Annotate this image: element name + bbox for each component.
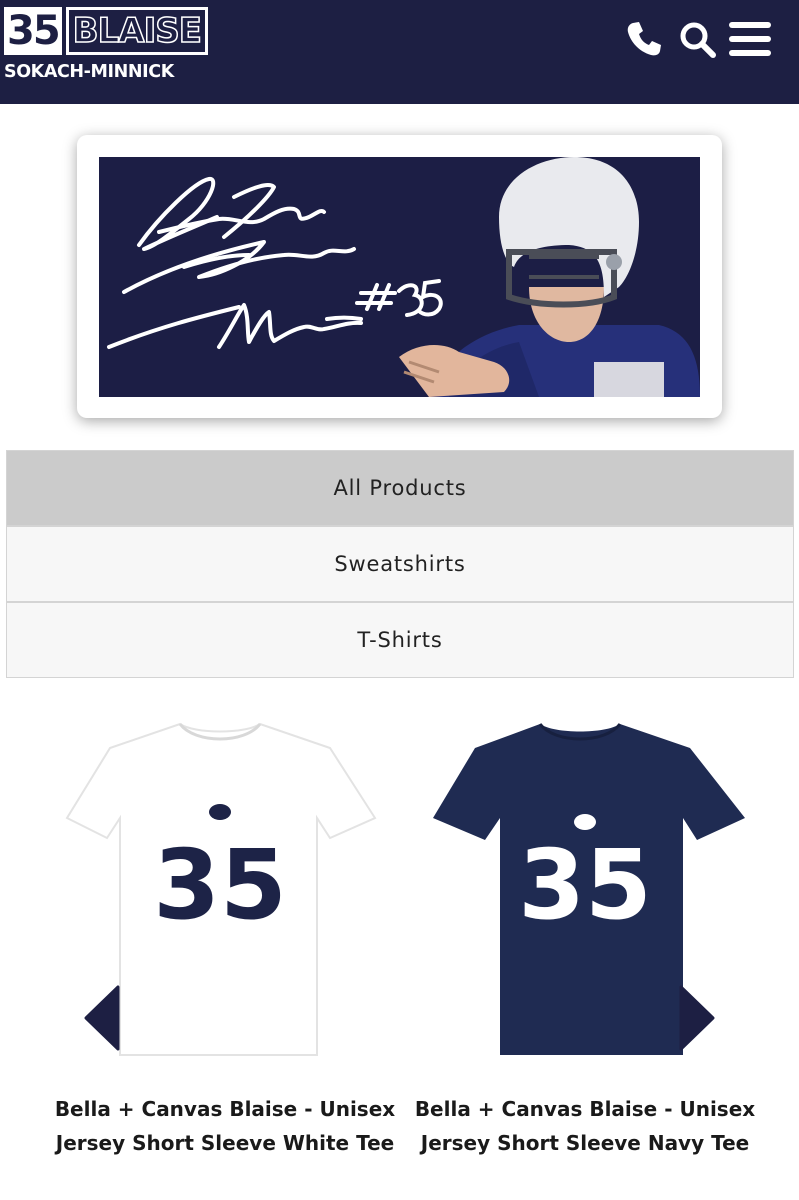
signature-player-graphic — [99, 157, 700, 397]
chevron-left-icon[interactable] — [82, 985, 120, 1051]
category-label: All Products — [333, 476, 467, 500]
logo-number: 35 — [4, 7, 62, 55]
phone-icon — [627, 22, 661, 56]
category-label: T-Shirts — [357, 628, 443, 652]
phone-button[interactable] — [621, 16, 667, 62]
product-title[interactable]: Bella + Canvas Blaise - Unisex Jersey Sh… — [45, 1092, 405, 1160]
menu-button[interactable] — [727, 16, 773, 62]
category-label: Sweatshirts — [334, 552, 466, 576]
logo-surname: SOKACH-MINNICK — [4, 62, 174, 82]
category-t-shirts[interactable]: T-Shirts — [6, 602, 794, 678]
chevron-right-icon[interactable] — [679, 985, 717, 1051]
category-all-products[interactable]: All Products — [6, 450, 794, 526]
site-logo[interactable]: 35 BLAISE SOKACH-MINNICK — [4, 7, 210, 85]
site-header: 35 BLAISE SOKACH-MINNICK — [0, 0, 799, 104]
search-icon — [680, 22, 716, 58]
search-button[interactable] — [674, 16, 720, 62]
logo-name: BLAISE — [65, 7, 208, 55]
banner-image — [99, 157, 700, 397]
tee-number: 35 — [518, 829, 652, 941]
product-title[interactable]: Bella + Canvas Blaise - Unisex Jersey Sh… — [405, 1092, 765, 1160]
tee-number: 35 — [153, 829, 287, 941]
category-sweatshirts[interactable]: Sweatshirts — [6, 526, 794, 602]
hero-banner — [77, 135, 722, 418]
menu-icon — [729, 22, 771, 56]
